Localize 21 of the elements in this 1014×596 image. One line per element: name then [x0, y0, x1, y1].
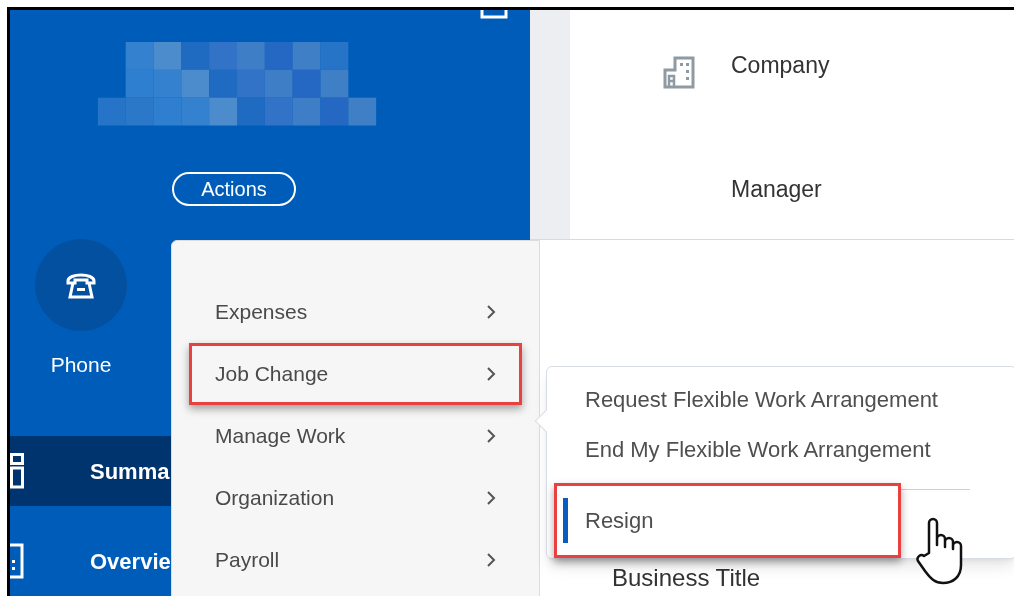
- submenu-item[interactable]: End My Flexible Work Arrangement: [547, 424, 1014, 474]
- section-heading: Business Title: [612, 563, 762, 593]
- menu-item[interactable]: Expenses: [189, 281, 522, 343]
- chevron-right-icon: [486, 490, 496, 506]
- layout-icon: [10, 453, 24, 489]
- menu-item[interactable]: Payroll: [189, 529, 522, 591]
- submenu-item[interactable]: Resign: [554, 483, 901, 558]
- menu-item[interactable]: Manage Work: [189, 405, 522, 467]
- chevron-right-icon: [486, 428, 496, 444]
- chevron-right-icon: [486, 552, 496, 568]
- submenu-item[interactable]: Request Flexible Work Arrangement: [547, 374, 1014, 424]
- chevron-right-icon: [486, 304, 496, 320]
- document-icon: [10, 543, 24, 579]
- field-label: Company: [731, 51, 830, 80]
- chevron-right-icon: [486, 366, 496, 382]
- actions-button[interactable]: Actions: [172, 171, 296, 206]
- building-icon: [663, 56, 695, 89]
- menu-item[interactable]: Job Change: [189, 343, 522, 405]
- menu-item[interactable]: Organization: [189, 467, 522, 529]
- field-label: Manager: [731, 175, 822, 204]
- phone-label: Phone: [50, 351, 112, 378]
